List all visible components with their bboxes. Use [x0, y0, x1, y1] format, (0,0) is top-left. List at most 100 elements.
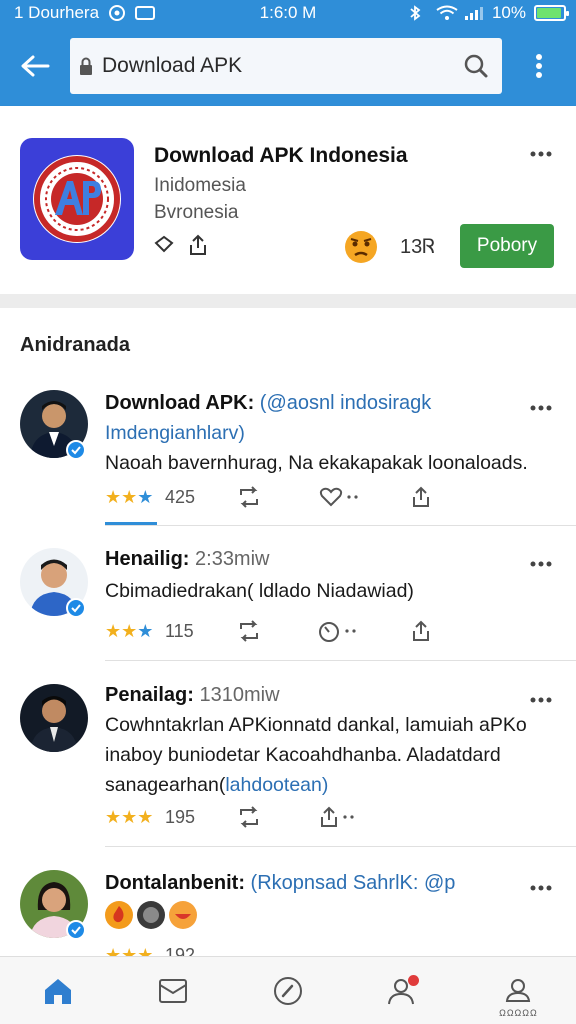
post-text-line: inaboy buniodetar Kacoahdhanba. Aladatda… — [105, 744, 501, 766]
laughing-face-emoji-icon — [169, 901, 197, 929]
rating-value: 195 — [165, 807, 196, 827]
post-body: Imdengianhlarv) Naoah bavernhurag, Na ek… — [105, 418, 545, 478]
post-actions: ★ ★ ★ 192 — [105, 942, 545, 956]
post-text-line: sanagearhan( — [105, 774, 226, 796]
post-text-line: Naoah bavernhurag, Na ekakapakak loonalo… — [105, 452, 528, 474]
verified-badge-icon — [66, 920, 86, 940]
share-icon[interactable] — [188, 234, 208, 261]
bottom-navigation: ΩΩΩΩΩ — [0, 956, 576, 1024]
app-bar: Download APK — [0, 26, 576, 106]
battery-percent: 10% — [491, 3, 526, 22]
post-author[interactable]: Henailig: — [105, 548, 189, 570]
more-horizontal-icon — [530, 697, 552, 703]
like-icon[interactable] — [319, 484, 361, 510]
reaction-emojis[interactable] — [104, 900, 198, 930]
fire-emoji-icon — [105, 901, 133, 929]
repost-icon[interactable] — [237, 804, 261, 830]
app-card-menu-button[interactable] — [526, 144, 556, 164]
rating-value: 192 — [165, 945, 196, 956]
divider — [105, 525, 576, 526]
star-icon: ★ — [121, 621, 138, 641]
share-icon[interactable] — [411, 618, 431, 644]
post-link[interactable]: Imdengianhlarv) — [105, 418, 545, 448]
post-header: Penailag: 1310miw — [105, 684, 280, 707]
star-icon: ★ — [121, 807, 138, 827]
battery-fill — [537, 8, 561, 18]
signal-icon — [464, 5, 484, 21]
post-author[interactable]: Penailag: — [105, 684, 194, 706]
star-rating: ★ ★ ★ — [105, 487, 153, 507]
app-developer: Inidomesia — [154, 175, 246, 196]
post-timestamp: 2:33miᴡ — [189, 548, 270, 570]
app-title: Download APK Indonesia — [154, 144, 408, 167]
back-button[interactable] — [0, 26, 70, 106]
dark-face-emoji-icon — [137, 901, 165, 929]
profile-icon — [506, 978, 531, 1002]
nav-inbox[interactable] — [115, 957, 230, 1024]
compass-icon — [274, 976, 302, 1005]
post-menu-button[interactable] — [526, 398, 556, 418]
back-arrow-icon — [21, 55, 50, 77]
angry-face-icon — [344, 230, 378, 264]
overflow-menu-button[interactable] — [502, 26, 576, 106]
search-icon[interactable] — [462, 52, 490, 80]
star-rating: ★ ★ ★ — [105, 945, 153, 956]
post-author[interactable]: Dontalanbenit: — [105, 872, 245, 894]
install-button[interactable]: Pobory — [460, 224, 554, 268]
star-icon: ★ — [121, 487, 138, 507]
repost-icon[interactable] — [237, 618, 261, 644]
download-count: 13Ꮢ — [400, 236, 436, 258]
nav-explore[interactable] — [230, 957, 345, 1024]
post-menu-button[interactable] — [526, 690, 556, 710]
post-menu-button[interactable] — [526, 878, 556, 898]
star-rating: ★ ★ ★ — [105, 621, 153, 641]
nav-notifications[interactable] — [346, 957, 461, 1024]
post-header: Download APK: (@aosnl indosiragk — [105, 392, 431, 415]
nav-profile-label: ΩΩΩΩΩ — [499, 1008, 538, 1018]
notification-dot — [407, 975, 419, 986]
tag-icon[interactable] — [154, 235, 174, 260]
more-horizontal-icon — [345, 629, 356, 633]
post-body: Cowhntakrlan APKionnatd dankal, lamuiah … — [105, 710, 545, 800]
app-card: Download APK Indonesia Inidomesia Bvrone… — [0, 106, 576, 294]
image-icon — [158, 978, 187, 1003]
share-icon[interactable] — [411, 484, 431, 510]
star-icon: ★ — [105, 945, 122, 956]
post-header: Henailig: 2:33miᴡ — [105, 548, 269, 571]
app-logo-icon[interactable] — [20, 138, 134, 260]
rating-value: 425 — [165, 487, 196, 507]
search-bar[interactable]: Download APK — [70, 38, 502, 94]
post-handle[interactable]: (Rkopnsad SahrlK: @p — [245, 872, 456, 894]
repost-icon[interactable] — [237, 484, 261, 510]
more-horizontal-icon — [343, 815, 354, 819]
verified-badge-icon — [66, 440, 86, 460]
lock-icon — [76, 53, 96, 79]
post-link[interactable]: lahdootean) — [225, 774, 328, 796]
more-horizontal-icon — [530, 561, 552, 567]
home-icon — [44, 978, 71, 1004]
nav-profile[interactable]: ΩΩΩΩΩ — [461, 957, 576, 1024]
post-menu-button[interactable] — [526, 554, 556, 574]
post-author[interactable]: Download APK: — [105, 392, 254, 414]
section-separator — [0, 294, 576, 308]
post-actions: ★ ★ ★ 425 — [105, 484, 545, 512]
search-input[interactable]: Download APK — [96, 54, 462, 78]
nav-home[interactable] — [0, 957, 115, 1024]
more-vertical-icon — [536, 54, 542, 78]
avatar[interactable] — [20, 684, 88, 752]
divider — [105, 846, 576, 847]
timer-icon[interactable] — [317, 618, 359, 644]
post-text-line: Cbimadiedrakan( ldlado Niadawiad) — [105, 580, 414, 602]
status-bar: 1 Dourhera 1:6:0 M 10% — [0, 0, 576, 26]
section-title: Anidranada — [20, 334, 131, 356]
star-icon: ★ — [137, 487, 154, 507]
more-horizontal-icon — [530, 885, 552, 891]
post-text-line: Cowhntakrlan APKionnatd dankal, lamuiah … — [105, 714, 527, 736]
post-handle[interactable]: (@aosnl indosiragk — [254, 392, 432, 414]
share-icon[interactable] — [319, 804, 357, 830]
more-horizontal-icon — [530, 151, 552, 157]
battery-icon — [534, 5, 569, 21]
star-icon: ★ — [137, 621, 154, 641]
post-timestamp: 1310miw — [193, 684, 280, 706]
rating-value: 115 — [165, 621, 194, 641]
